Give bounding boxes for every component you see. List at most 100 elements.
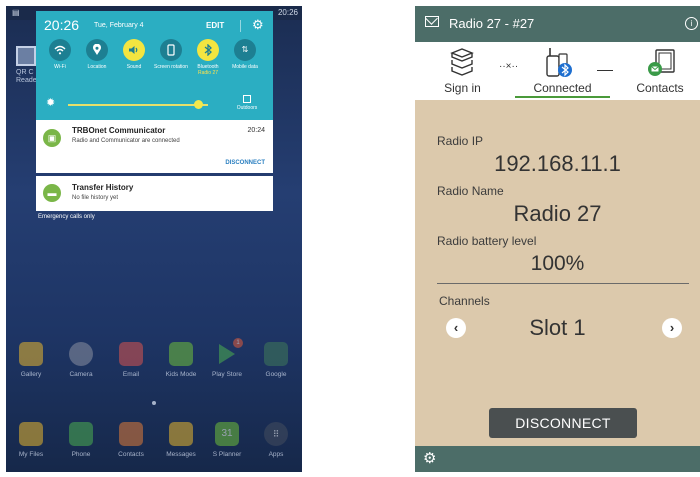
- brightness-icon: ✹: [46, 97, 56, 109]
- mail-icon[interactable]: [425, 16, 439, 27]
- channel-value: Slot 1: [529, 315, 586, 340]
- divider: [437, 283, 689, 284]
- transfer-history-icon: ▬: [43, 184, 61, 202]
- google-folder-icon: [264, 342, 288, 366]
- my-files-icon: [19, 422, 43, 446]
- quick-settings-panel: 20:26 Tue, February 4 EDIT ⚙ Wi-Fi Locat…: [36, 11, 273, 121]
- app-label: Phone: [71, 451, 91, 458]
- emergency-calls-text: Emergency calls only: [38, 214, 95, 220]
- app-label: Apps: [268, 451, 284, 458]
- settings-gear-icon[interactable]: ⚙: [423, 449, 436, 467]
- radio-ip-label: Radio IP: [437, 134, 484, 148]
- phone-icon: [69, 422, 93, 446]
- app-label: Play Store: [212, 371, 242, 378]
- app-play-store[interactable]: 1 Play Store: [210, 338, 244, 378]
- contacts-book-icon: [648, 49, 675, 76]
- app-my-files[interactable]: My Files: [14, 422, 48, 458]
- tab-contacts[interactable]: Contacts: [620, 42, 700, 100]
- outdoors-label: Outdoors: [236, 105, 258, 111]
- tile-label: Screen rotation: [154, 64, 188, 70]
- trbonet-app-screen: Radio 27 - #27 i Sign in ··×·· Connected: [415, 6, 700, 472]
- notification-trbonet[interactable]: ▣ TRBOnet Communicator 20:24 Radio and C…: [36, 120, 273, 173]
- tile-wifi[interactable]: Wi-Fi: [41, 39, 79, 70]
- radio-ip-value: 192.168.11.1: [494, 151, 621, 176]
- app-label: Google: [265, 371, 287, 378]
- app-label: Contacts: [118, 451, 144, 458]
- settings-gear-icon[interactable]: ⚙: [252, 17, 264, 33]
- tile-label: Location: [87, 64, 107, 70]
- tile-label: Sound: [126, 64, 142, 70]
- notification-text: No file history yet: [72, 195, 119, 201]
- battery-value: 100%: [530, 252, 585, 275]
- radio-name-label: Radio Name: [437, 184, 504, 198]
- status-time: 20:26: [277, 8, 298, 17]
- radio-name-value: Radio 27: [513, 201, 602, 226]
- calendar-icon: 31: [215, 422, 239, 446]
- app-phone[interactable]: Phone: [64, 422, 98, 458]
- play-store-icon: 1: [215, 338, 243, 366]
- tile-mobile-data[interactable]: ⇅ Mobile data: [226, 39, 264, 70]
- tab-connected[interactable]: Connected: [515, 42, 610, 100]
- app-contacts[interactable]: Contacts: [114, 422, 148, 458]
- notification-transfer-history[interactable]: ▬ Transfer History No file history yet: [36, 176, 273, 211]
- brightness-slider[interactable]: [68, 104, 208, 106]
- app-kids-mode[interactable]: Kids Mode: [164, 342, 198, 378]
- tab-label: Sign in: [444, 81, 481, 95]
- notification-disconnect-button[interactable]: DISCONNECT: [225, 160, 265, 166]
- app-s-planner[interactable]: 31 S Planner: [210, 422, 244, 458]
- tabs-bar: Sign in ··×·· Connected Contacts: [415, 42, 700, 100]
- app-label: Messages: [166, 451, 196, 458]
- notification-text: Radio and Communicator are connected: [72, 138, 180, 144]
- tile-label: Mobile data: [232, 64, 258, 70]
- bluetooth-icon: [197, 39, 219, 61]
- app-label: Kids Mode: [165, 371, 197, 378]
- app-camera[interactable]: Camera: [64, 342, 98, 378]
- sound-icon: [123, 39, 145, 61]
- notification-title: TRBOnet Communicator: [72, 126, 166, 135]
- connection-line: [597, 70, 613, 71]
- app-label: Camera: [69, 371, 93, 378]
- app-apps[interactable]: ⠿ Apps: [259, 422, 293, 458]
- channels-label: Channels: [439, 294, 490, 308]
- app-messages[interactable]: Messages: [164, 422, 198, 458]
- app-label: Gallery: [20, 371, 42, 378]
- gallery-icon: [19, 342, 43, 366]
- bottom-bar: ⚙: [415, 446, 700, 472]
- divider: [240, 20, 241, 32]
- edit-button[interactable]: EDIT: [206, 21, 224, 30]
- info-icon[interactable]: i: [685, 17, 698, 30]
- tab-sign-in[interactable]: Sign in: [415, 42, 510, 100]
- tile-screen-rotation[interactable]: Screen rotation: [152, 39, 190, 70]
- next-channel-button[interactable]: ›: [662, 318, 682, 338]
- app-email[interactable]: Email: [114, 342, 148, 378]
- app-label: My Files: [18, 451, 44, 458]
- tile-sound[interactable]: Sound: [115, 39, 153, 70]
- disconnect-button[interactable]: DISCONNECT: [489, 408, 637, 438]
- tile-location[interactable]: Location: [78, 39, 116, 70]
- contacts-icon: [119, 422, 143, 446]
- tab-label: Contacts: [636, 81, 684, 95]
- brightness-knob[interactable]: [194, 100, 204, 109]
- kids-mode-icon: [169, 342, 193, 366]
- app-title-bar: Radio 27 - #27 i: [415, 6, 700, 42]
- email-icon: [119, 342, 143, 366]
- app-label: Email: [122, 371, 140, 378]
- app-gallery[interactable]: Gallery: [14, 342, 48, 378]
- notification-icon: ▤: [12, 8, 20, 17]
- server-stack-icon: [450, 48, 474, 76]
- app-google[interactable]: Google: [259, 342, 293, 378]
- notification-time: 20:24: [247, 127, 265, 134]
- apps-grid-icon: ⠿: [264, 422, 288, 446]
- mobile-data-icon: ⇅: [234, 39, 256, 61]
- tile-sublabel: Radio 27: [197, 70, 218, 76]
- camera-icon: [69, 342, 93, 366]
- notification-title: Transfer History: [72, 183, 134, 192]
- trbonet-app-icon: ▣: [43, 129, 61, 147]
- outdoors-toggle[interactable]: Outdoors: [232, 95, 262, 111]
- tile-bluetooth[interactable]: Bluetooth Radio 27: [189, 39, 227, 76]
- tab-label: Connected: [533, 81, 592, 95]
- outdoors-checkbox-icon: [243, 95, 251, 103]
- play-store-badge: 1: [233, 338, 243, 348]
- battery-label: Radio battery level: [437, 234, 537, 248]
- rotation-icon: [160, 39, 182, 61]
